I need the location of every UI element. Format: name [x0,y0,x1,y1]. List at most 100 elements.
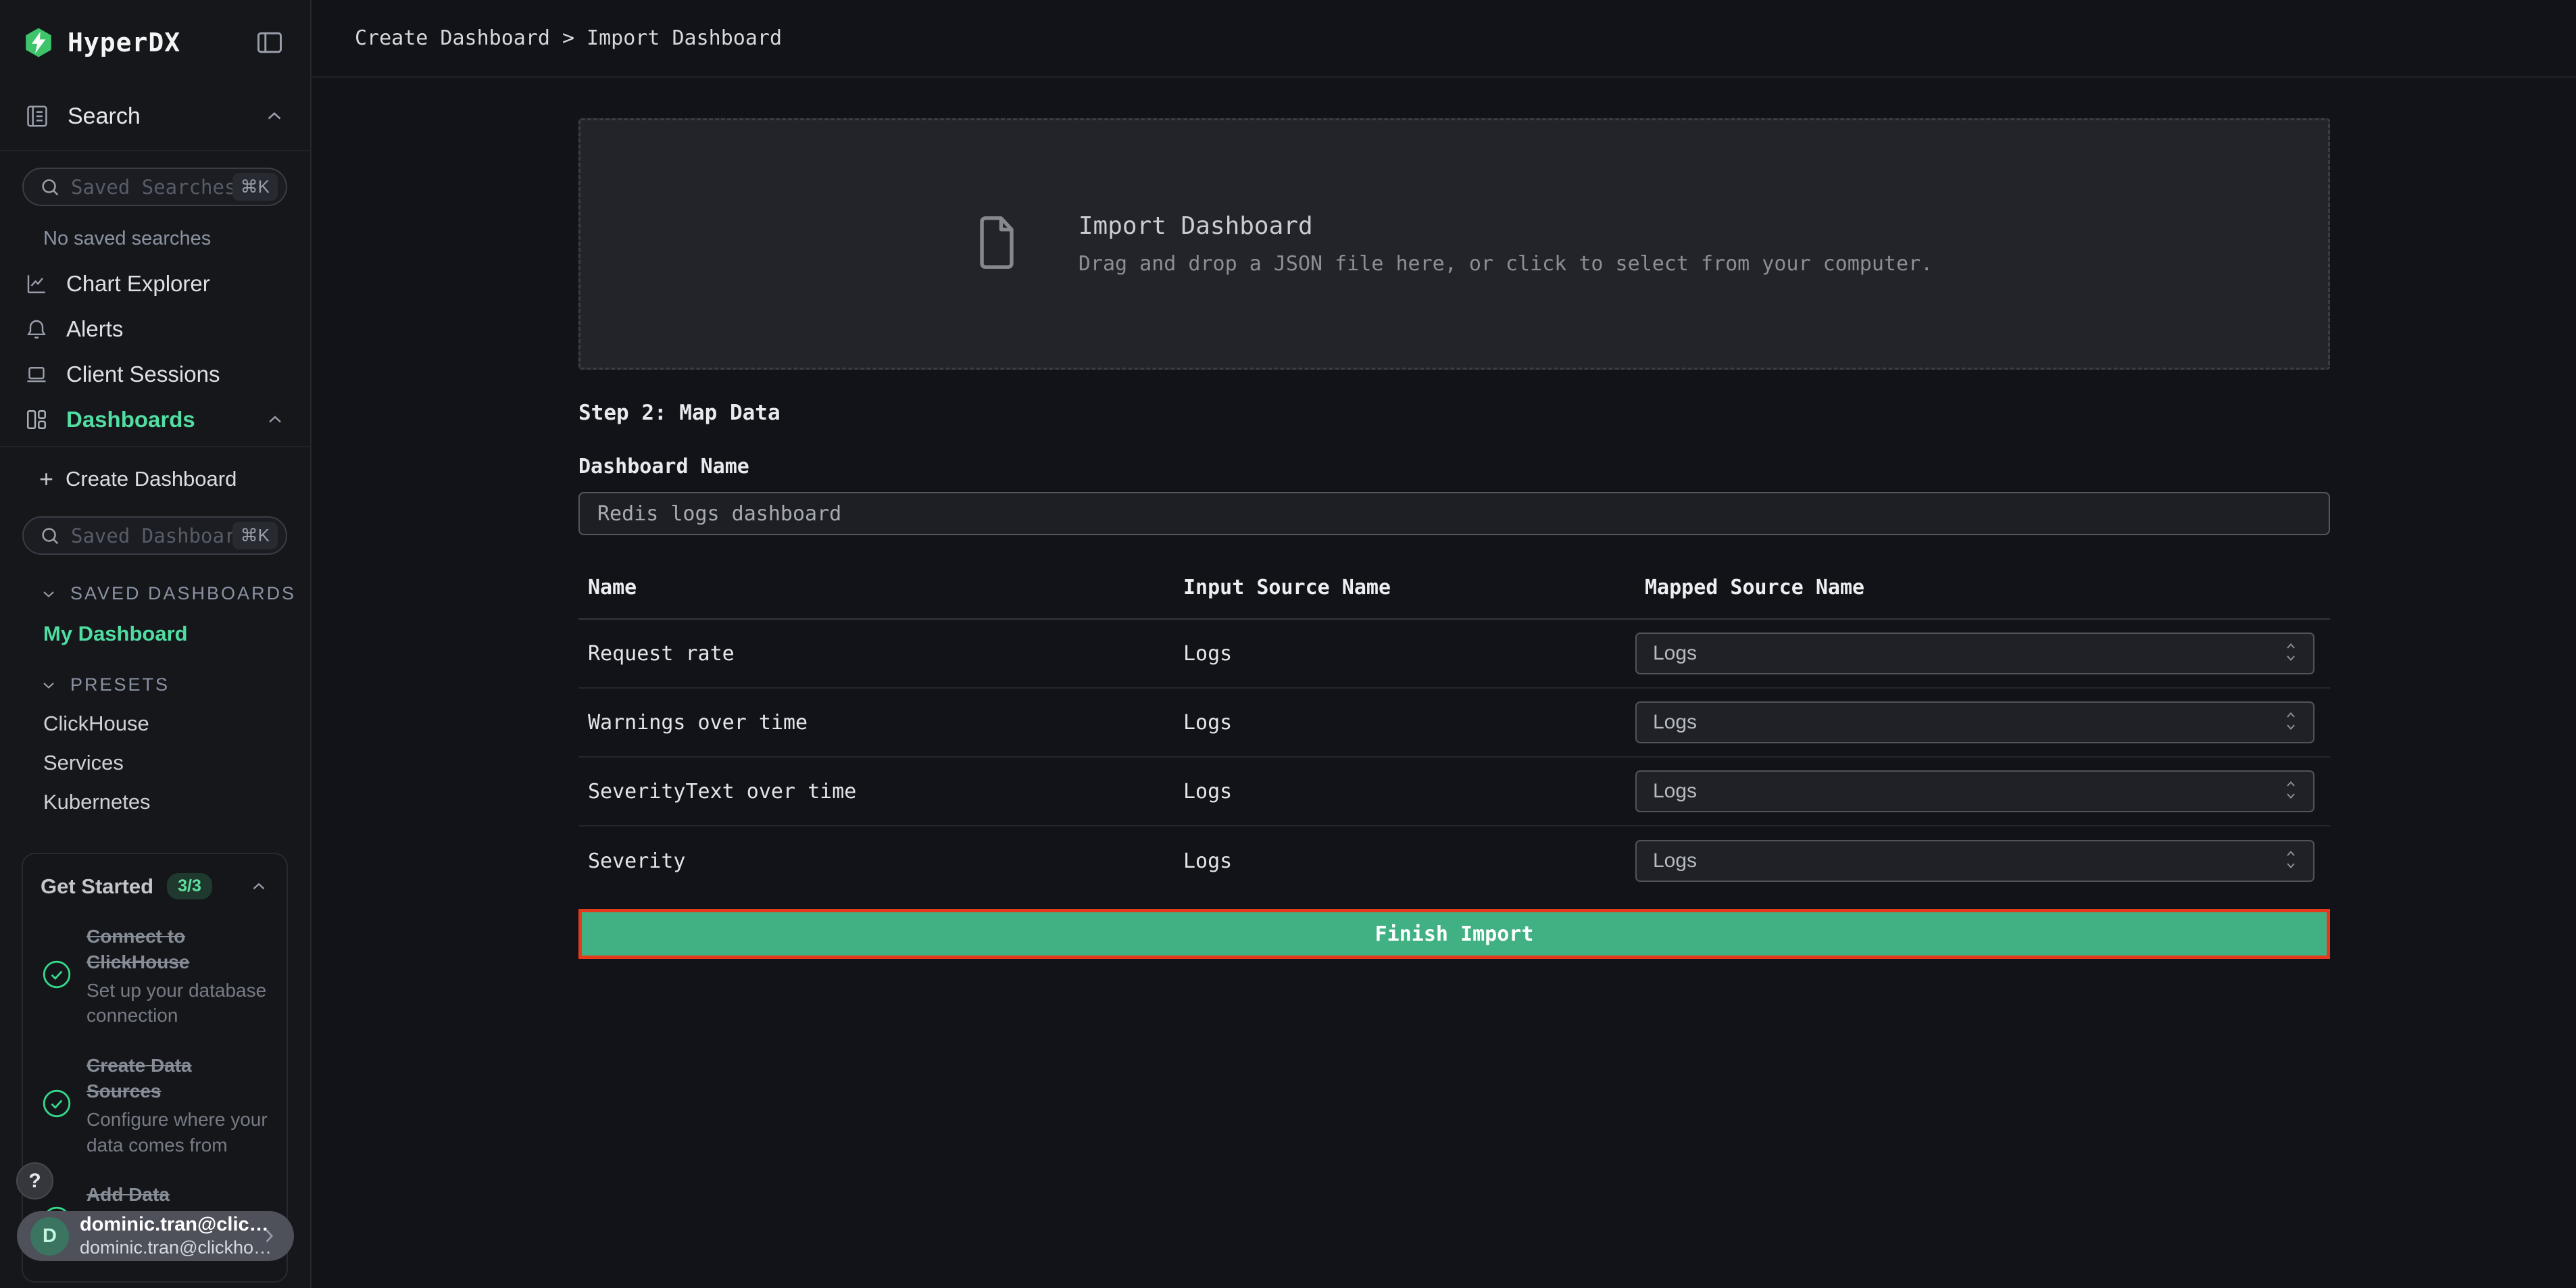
row-name: Warnings over time [578,711,1174,735]
select-chevrons-icon [2282,708,2300,738]
user-name: dominic.tran@clic… [80,1214,257,1236]
user-profile[interactable]: D dominic.tran@clic… dominic.tran@clickh… [17,1211,294,1261]
dashboards-icon [24,407,49,432]
app-title: HyperDX [68,28,180,57]
sidebar-item-my-dashboard[interactable]: My Dashboard [43,622,310,646]
main-area: Create Dashboard > Import Dashboard Import… [312,0,2576,1288]
get-started-item[interactable]: Connect to ClickHouse Set up your databa… [41,924,269,1029]
saved-searches-input[interactable] [71,176,232,199]
task-desc: Set up your database connection [86,978,269,1029]
search-section-header[interactable]: Search [0,100,310,132]
column-header-input-source: Input Source Name [1174,576,1635,599]
table-row: SeverityText over time Logs Logs [578,758,2330,826]
journal-icon [24,103,50,129]
get-started-header[interactable]: Get Started 3/3 [41,873,269,899]
chevron-up-icon[interactable] [249,876,269,897]
saved-dashboards-search[interactable]: ⌘K [22,516,287,555]
divider [0,446,310,447]
app-window: HyperDX Search [0,0,2576,1288]
bell-icon [24,317,49,341]
table-row: Severity Logs Logs [578,826,2330,895]
page-header: Create Dashboard > Import Dashboard [312,0,2576,78]
plus-icon: + [39,467,53,491]
task-title: Add Data [86,1182,269,1208]
get-started-title: Get Started [41,874,153,899]
create-dashboard-button[interactable]: + Create Dashboard [0,458,310,500]
shortcut-badge: ⌘K [232,173,278,201]
breadcrumb-create-dashboard[interactable]: Create Dashboard [355,26,550,50]
step-label: Step 2: Map Data [578,401,2330,425]
chevron-up-icon[interactable] [264,409,286,430]
row-input-source: Logs [1174,642,1635,666]
dropzone-title: Import Dashboard [1079,212,1933,240]
import-dashboard-content: Import Dashboard Drag and drop a JSON fi… [312,78,2576,959]
search-icon [39,176,61,199]
search-section-label: Search [68,103,141,130]
row-input-source: Logs [1174,849,1635,873]
row-name: Request rate [578,642,1174,666]
hyperdx-logo-icon [23,26,54,59]
table-row: Request rate Logs Logs [578,620,2330,689]
collapse-sidebar-icon[interactable] [255,28,284,57]
breadcrumb-separator: > [562,26,574,50]
table-row: Warnings over time Logs Logs [578,689,2330,758]
dashboard-name-input[interactable] [578,492,2330,535]
help-button[interactable]: ? [16,1162,53,1199]
sidebar-item-services[interactable]: Services [43,751,310,775]
task-desc: Configure where your data comes from [86,1107,269,1158]
get-started-item[interactable]: Create Data Sources Configure where your… [41,1053,269,1158]
create-dashboard-label: Create Dashboard [66,467,237,491]
chevron-down-icon [39,676,58,695]
laptop-icon [24,362,49,387]
mapped-source-select[interactable]: Logs [1635,701,2314,743]
no-saved-searches-note: No saved searches [43,228,310,250]
dashboard-name-label: Dashboard Name [578,455,2330,478]
saved-searches-search[interactable]: ⌘K [22,168,287,206]
file-icon [976,214,1018,275]
finish-import-button[interactable]: Finish Import [578,909,2330,959]
select-chevrons-icon [2282,639,2300,669]
mapping-table: Name Input Source Name Mapped Source Nam… [578,560,2330,895]
column-header-mapped-source: Mapped Source Name [1635,576,2330,599]
mapped-source-select[interactable]: Logs [1635,840,2314,882]
divider [0,150,310,151]
check-circle-icon [41,958,73,994]
sidebar-item-client-sessions[interactable]: Client Sessions [0,351,310,397]
select-chevrons-icon [2282,776,2300,807]
sidebar-nav: Chart Explorer Alerts Client Sessions [0,261,310,442]
presets-list: ClickHouse Services Kubernetes [43,712,310,814]
row-input-source: Logs [1174,780,1635,803]
progress-badge: 3/3 [167,873,212,899]
row-input-source: Logs [1174,711,1635,735]
presets-section-header[interactable]: PRESETS [39,674,310,695]
mapped-source-select[interactable]: Logs [1635,633,2314,674]
avatar: D [30,1217,69,1256]
saved-dashboards-input[interactable] [71,524,232,547]
chevron-up-icon[interactable] [263,105,286,128]
user-email: dominic.tran@clickho… [80,1237,257,1258]
table-header: Name Input Source Name Mapped Source Nam… [578,560,2330,620]
search-icon [39,524,61,547]
row-name: Severity [578,849,1174,873]
mapped-source-select[interactable]: Logs [1635,770,2314,812]
breadcrumb-import-dashboard: Import Dashboard [587,26,782,50]
json-dropzone[interactable]: Import Dashboard Drag and drop a JSON fi… [578,118,2330,370]
sidebar: HyperDX Search [0,0,312,1288]
column-header-name: Name [578,576,1174,599]
logo-row: HyperDX [0,0,310,59]
sidebar-item-dashboards[interactable]: Dashboards [0,397,310,442]
sidebar-item-kubernetes[interactable]: Kubernetes [43,790,310,814]
sidebar-item-chart-explorer[interactable]: Chart Explorer [0,261,310,306]
breadcrumb: Create Dashboard > Import Dashboard [355,26,782,50]
task-title: Connect to ClickHouse [86,924,269,975]
chevron-down-icon [39,585,58,603]
sidebar-item-alerts[interactable]: Alerts [0,306,310,351]
sidebar-item-clickhouse[interactable]: ClickHouse [43,712,310,736]
shortcut-badge: ⌘K [232,522,278,549]
chart-icon [24,272,49,296]
dropzone-subtitle: Drag and drop a JSON file here, or click… [1079,252,1933,276]
row-name: SeverityText over time [578,780,1174,803]
check-circle-icon [41,1087,73,1123]
task-title: Create Data Sources [86,1053,269,1104]
saved-dashboards-section-header[interactable]: SAVED DASHBOARDS [39,583,310,604]
